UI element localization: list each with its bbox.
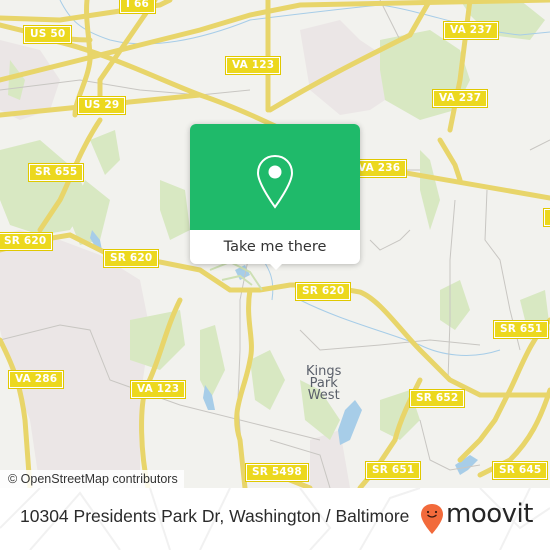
road-shield-va236: VA 236 — [350, 159, 408, 178]
moovit-smiley-pin-icon — [421, 504, 443, 534]
road-shield-sr620-east: SR 620 — [294, 282, 352, 301]
road-shield-sr651-south: SR 651 — [364, 461, 422, 480]
place-label-kings-park-west: Kings Park West — [306, 365, 341, 403]
road-shield-va237-2: VA 237 — [431, 89, 489, 108]
place-label-line: West — [307, 388, 340, 403]
location-popup: Take me there — [190, 124, 360, 270]
popup-pointer — [267, 261, 285, 270]
address-label: 10304 Presidents Park Dr, Washington / B… — [20, 506, 410, 526]
road-shield-sr620-west: SR 620 — [0, 232, 54, 251]
map-pin-icon — [256, 154, 294, 209]
road-shield-va123: VA 123 — [224, 56, 282, 75]
footer-bar: 10304 Presidents Park Dr, Washington / B… — [0, 488, 550, 550]
road-shield-us50: US 50 — [22, 25, 73, 44]
road-shield-sr651: SR 651 — [492, 320, 550, 339]
road-shield-partial: SR — [542, 208, 550, 227]
map-view[interactable]: I 66 US 50 US 29 VA 123 VA 237 VA 237 VA… — [0, 0, 550, 488]
road-shield-sr652: SR 652 — [408, 389, 466, 408]
road-shield-sr5498: SR 5498 — [245, 463, 309, 482]
popup-header — [190, 124, 360, 230]
road-shield-va237: VA 237 — [442, 21, 500, 40]
road-shield-sr645: SR 645 — [491, 461, 549, 480]
road-shield-va286: VA 286 — [7, 370, 65, 389]
map-attribution[interactable]: © OpenStreetMap contributors — [0, 470, 184, 488]
complex-area — [209, 260, 263, 291]
road-shield-i66: I 66 — [119, 0, 156, 14]
road-shield-sr620-mid: SR 620 — [102, 249, 160, 268]
take-me-there-button[interactable]: Take me there — [190, 230, 360, 264]
road-shield-va123-south: VA 123 — [129, 380, 187, 399]
road-shield-us29: US 29 — [76, 96, 127, 115]
moovit-wordmark: moovit — [446, 499, 533, 529]
road-shield-sr655: SR 655 — [27, 163, 85, 182]
